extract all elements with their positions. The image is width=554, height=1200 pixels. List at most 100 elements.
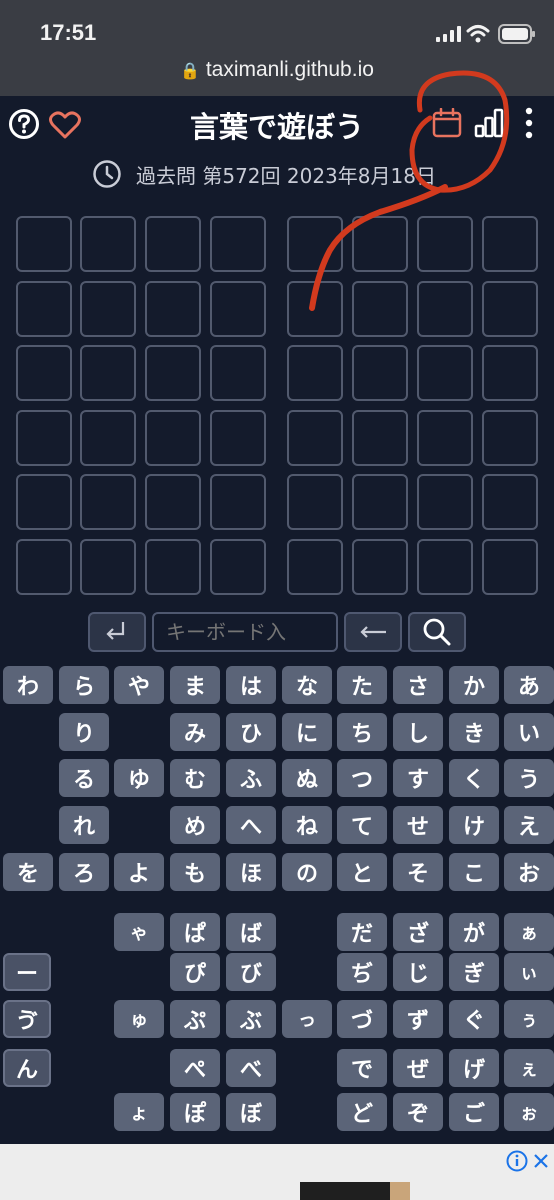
board-cell[interactable] (482, 539, 538, 595)
calendar-icon[interactable] (432, 108, 462, 138)
kana-key[interactable]: ぁ (504, 913, 554, 951)
kana-key[interactable]: も (170, 853, 220, 891)
kana-key[interactable]: ぞ (393, 1093, 443, 1131)
kana-key[interactable]: り (59, 713, 109, 751)
kana-key[interactable]: ろ (59, 853, 109, 891)
kana-key[interactable]: ょ (114, 1093, 164, 1131)
board-cell[interactable] (287, 474, 343, 530)
board-cell[interactable] (352, 281, 408, 337)
kana-key[interactable]: び (226, 953, 276, 991)
kana-key[interactable]: ぅ (504, 1000, 554, 1038)
kana-key[interactable]: せ (393, 806, 443, 844)
kana-key[interactable]: ぢ (337, 953, 387, 991)
board-cell[interactable] (287, 216, 343, 272)
kana-key[interactable]: ぶ (226, 1000, 276, 1038)
url-bar[interactable]: 🔒 taximanli.github.io (0, 58, 554, 82)
kana-key[interactable]: ぜ (393, 1049, 443, 1087)
ad-banner[interactable] (0, 1144, 554, 1200)
kana-key[interactable]: ぼ (226, 1093, 276, 1131)
board-cell[interactable] (482, 474, 538, 530)
board-cell[interactable] (80, 474, 136, 530)
kana-key[interactable]: ぴ (170, 953, 220, 991)
keyboard-input[interactable] (152, 612, 338, 652)
kana-key[interactable]: ゅ (114, 1000, 164, 1038)
board-cell[interactable] (145, 474, 201, 530)
board-cell[interactable] (352, 410, 408, 466)
board-cell[interactable] (482, 216, 538, 272)
board-cell[interactable] (210, 216, 266, 272)
kana-key[interactable]: ま (170, 666, 220, 704)
search-button[interactable] (408, 612, 466, 652)
kana-key[interactable]: て (337, 806, 387, 844)
kana-key[interactable]: を (3, 853, 53, 891)
kana-key[interactable]: め (170, 806, 220, 844)
board-cell[interactable] (16, 216, 72, 272)
kana-key[interactable]: ん (3, 1049, 51, 1087)
kana-key[interactable]: っ (282, 1000, 332, 1038)
kana-key[interactable]: に (282, 713, 332, 751)
kana-key[interactable]: た (337, 666, 387, 704)
board-cell[interactable] (210, 410, 266, 466)
kana-key[interactable]: ら (59, 666, 109, 704)
kana-key[interactable]: ひ (226, 713, 276, 751)
backspace-button[interactable] (344, 612, 402, 652)
kana-key[interactable]: ぽ (170, 1093, 220, 1131)
board-cell[interactable] (16, 474, 72, 530)
kana-key[interactable]: で (337, 1049, 387, 1087)
kana-key[interactable]: え (504, 806, 554, 844)
kana-key[interactable]: の (282, 853, 332, 891)
kana-key[interactable]: へ (226, 806, 276, 844)
more-vertical-icon[interactable] (522, 106, 536, 140)
kana-key[interactable]: き (449, 713, 499, 751)
kana-key[interactable]: つ (337, 759, 387, 797)
board-cell[interactable] (210, 281, 266, 337)
close-icon[interactable] (532, 1152, 550, 1170)
kana-key[interactable]: ご (449, 1093, 499, 1131)
kana-key[interactable]: こ (449, 853, 499, 891)
board-cell[interactable] (287, 410, 343, 466)
board-cell[interactable] (482, 345, 538, 401)
kana-key[interactable]: ふ (226, 759, 276, 797)
kana-key[interactable]: む (170, 759, 220, 797)
board-cell[interactable] (16, 345, 72, 401)
kana-key[interactable]: ば (226, 913, 276, 951)
board-cell[interactable] (145, 345, 201, 401)
board-cell[interactable] (482, 410, 538, 466)
info-icon[interactable] (506, 1150, 528, 1172)
kana-key[interactable]: が (449, 913, 499, 951)
kana-key[interactable]: ざ (393, 913, 443, 951)
board-cell[interactable] (417, 216, 473, 272)
board-cell[interactable] (145, 216, 201, 272)
kana-key[interactable]: げ (449, 1049, 499, 1087)
kana-key[interactable]: な (282, 666, 332, 704)
board-cell[interactable] (287, 539, 343, 595)
kana-key[interactable]: ほ (226, 853, 276, 891)
kana-key[interactable]: さ (393, 666, 443, 704)
kana-key[interactable]: ず (393, 1000, 443, 1038)
board-cell[interactable] (352, 539, 408, 595)
kana-key[interactable]: ね (282, 806, 332, 844)
board-cell[interactable] (80, 216, 136, 272)
kana-key[interactable]: す (393, 759, 443, 797)
board-cell[interactable] (210, 474, 266, 530)
kana-key[interactable]: ち (337, 713, 387, 751)
board-cell[interactable] (417, 474, 473, 530)
board-cell[interactable] (145, 281, 201, 337)
kana-key[interactable]: と (337, 853, 387, 891)
kana-key[interactable]: だ (337, 913, 387, 951)
kana-key[interactable]: か (449, 666, 499, 704)
board-cell[interactable] (16, 539, 72, 595)
kana-key[interactable]: ぇ (504, 1049, 554, 1087)
board-cell[interactable] (80, 345, 136, 401)
board-cell[interactable] (417, 281, 473, 337)
board-cell[interactable] (417, 539, 473, 595)
kana-key[interactable]: け (449, 806, 499, 844)
kana-key[interactable]: ぺ (170, 1049, 220, 1087)
board-cell[interactable] (16, 281, 72, 337)
board-cell[interactable] (145, 539, 201, 595)
kana-key[interactable]: ぐ (449, 1000, 499, 1038)
kana-key[interactable]: あ (504, 666, 554, 704)
kana-key[interactable]: ゔ (3, 1000, 51, 1038)
bar-chart-icon[interactable] (474, 108, 504, 138)
board-cell[interactable] (352, 216, 408, 272)
